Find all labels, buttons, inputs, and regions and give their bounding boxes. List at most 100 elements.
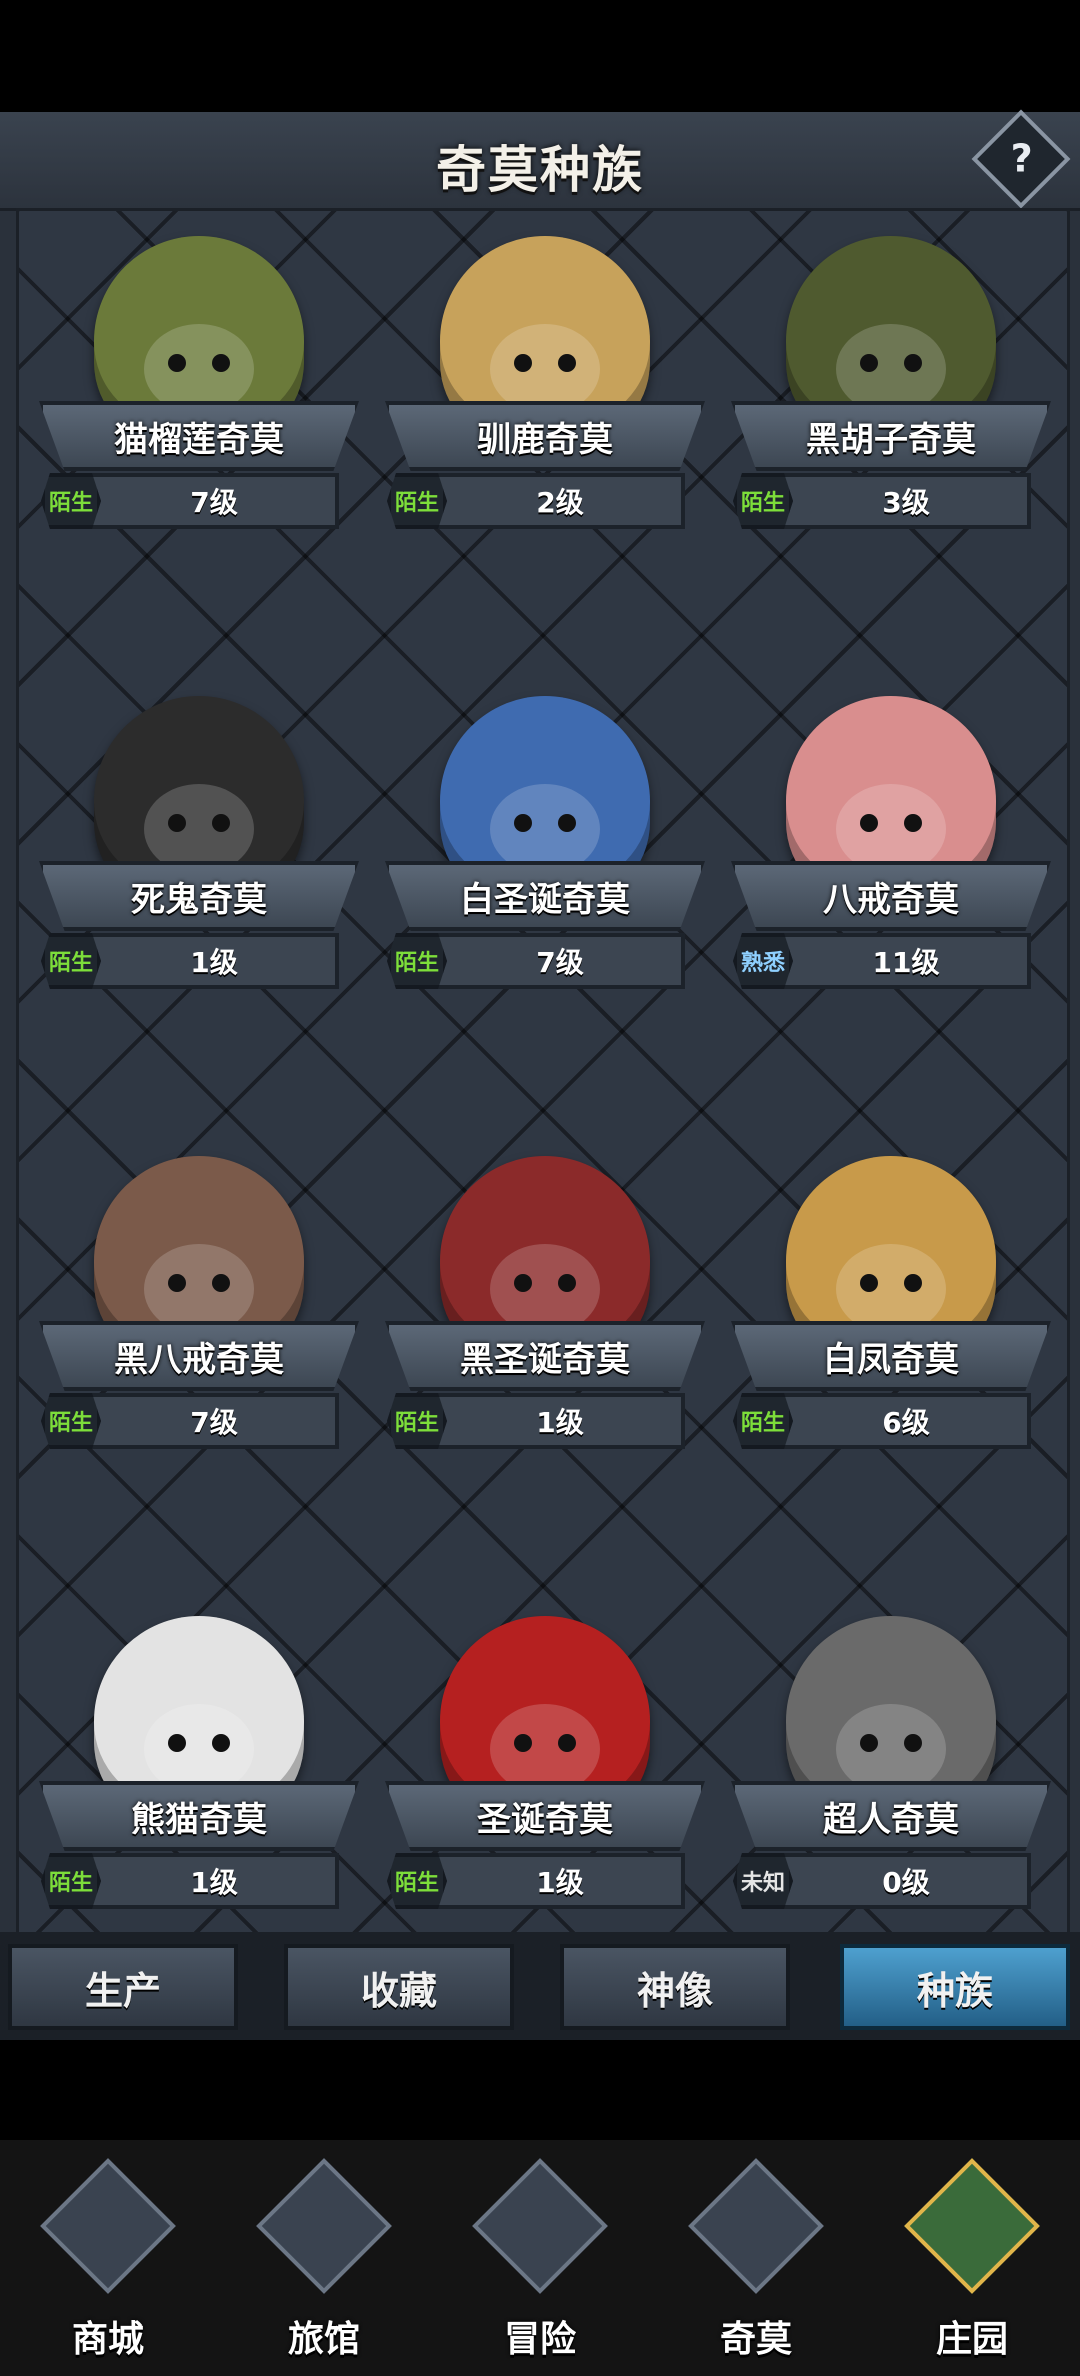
status-text: 陌生	[394, 1411, 439, 1436]
status-text: 陌生	[48, 1411, 93, 1436]
status-text: 陌生	[394, 1871, 439, 1896]
race-level-plate: 3级	[781, 473, 1031, 529]
status-bar	[0, 0, 1080, 112]
status-badge: 陌生	[733, 473, 793, 529]
qimo-icon	[688, 2158, 824, 2294]
status-badge: 熟悉	[733, 933, 793, 989]
race-name-plate: 驯鹿奇莫	[385, 401, 705, 471]
race-name-plate: 白凤奇莫	[731, 1321, 1051, 1391]
race-level-plate: 1级	[89, 1853, 339, 1909]
status-text: 陌生	[740, 491, 785, 516]
status-text: 陌生	[48, 951, 93, 976]
race-card[interactable]: 7级 陌生 猫榴莲奇莫	[29, 211, 369, 651]
race-level-plate: 7级	[435, 933, 685, 989]
tab-collection[interactable]: 收藏	[284, 1944, 514, 2030]
race-name-plate: 死鬼奇莫	[39, 861, 359, 931]
help-icon: ?	[1010, 136, 1033, 181]
nav-manor[interactable]: 庄园	[864, 2140, 1080, 2376]
race-card[interactable]: 11级 熟悉 八戒奇莫	[721, 671, 1061, 1111]
race-level: 1级	[190, 946, 238, 979]
race-level-plate: 0级	[781, 1853, 1031, 1909]
nav-inn[interactable]: 旅馆	[216, 2140, 432, 2376]
race-name: 白凤奇莫	[823, 1339, 959, 1380]
race-name: 猫榴莲奇莫	[114, 419, 284, 460]
race-card[interactable]: 7级 陌生 白圣诞奇莫	[375, 671, 715, 1111]
nav-label: 冒险	[503, 2319, 576, 2360]
category-tabs: 生产 收藏 神像 种族	[0, 1932, 1080, 2040]
race-level-plate: 7级	[89, 473, 339, 529]
race-level-plate: 7级	[89, 1393, 339, 1449]
page-title: 奇莫种族	[436, 141, 644, 199]
race-level-plate: 1级	[435, 1393, 685, 1449]
shop-icon	[40, 2158, 176, 2294]
status-badge: 陌生	[41, 1393, 101, 1449]
tab-race[interactable]: 种族	[840, 1944, 1070, 2030]
race-name-plate: 猫榴莲奇莫	[39, 401, 359, 471]
race-name: 圣诞奇莫	[477, 1799, 613, 1840]
race-level-plate: 11级	[781, 933, 1031, 989]
nav-label: 奇莫	[719, 2319, 792, 2360]
status-text: 陌生	[48, 491, 93, 516]
race-name-plate: 超人奇莫	[731, 1781, 1051, 1851]
status-badge: 陌生	[387, 1853, 447, 1909]
status-badge: 陌生	[387, 473, 447, 529]
race-name-plate: 黑八戒奇莫	[39, 1321, 359, 1391]
race-level: 1级	[536, 1866, 584, 1899]
nav-label: 商城	[71, 2319, 144, 2360]
race-card[interactable]: 7级 陌生 黑八戒奇莫	[29, 1131, 369, 1571]
race-level: 2级	[536, 486, 584, 519]
race-name: 黑圣诞奇莫	[460, 1339, 630, 1380]
manor-icon	[904, 2158, 1040, 2294]
race-level: 7级	[190, 486, 238, 519]
status-badge: 未知	[733, 1853, 793, 1909]
race-name: 黑八戒奇莫	[114, 1339, 284, 1380]
status-badge: 陌生	[387, 933, 447, 989]
race-name-plate: 黑圣诞奇莫	[385, 1321, 705, 1391]
nav-shop[interactable]: 商城	[0, 2140, 216, 2376]
tab-idol[interactable]: 神像	[560, 1944, 790, 2030]
race-name: 白圣诞奇莫	[460, 879, 630, 920]
race-level: 1级	[536, 1406, 584, 1439]
race-card[interactable]: 2级 陌生 驯鹿奇莫	[375, 211, 715, 651]
race-level: 3级	[882, 486, 930, 519]
status-text: 陌生	[394, 951, 439, 976]
race-level-plate: 2级	[435, 473, 685, 529]
race-level: 1级	[190, 1866, 238, 1899]
status-text: 陌生	[740, 1411, 785, 1436]
status-badge: 陌生	[41, 473, 101, 529]
race-level: 6级	[882, 1406, 930, 1439]
race-level: 7级	[536, 946, 584, 979]
race-name-plate: 八戒奇莫	[731, 861, 1051, 931]
race-panel: 奇莫种族 ? 7级 陌生 猫榴莲奇莫 2级 陌生 驯鹿奇莫 3级 陌生 黑胡子奇莫 1级 陌生 死鬼奇…	[0, 109, 1080, 2040]
race-card[interactable]: 1级 陌生 黑圣诞奇莫	[375, 1131, 715, 1571]
tab-production[interactable]: 生产	[8, 1944, 238, 2030]
panel-header: 奇莫种族 ?	[0, 109, 1080, 211]
race-name: 死鬼奇莫	[131, 879, 267, 920]
status-badge: 陌生	[733, 1393, 793, 1449]
race-name: 超人奇莫	[823, 1799, 959, 1840]
nav-adventure[interactable]: 冒险	[432, 2140, 648, 2376]
race-level-plate: 1级	[89, 933, 339, 989]
race-name-plate: 白圣诞奇莫	[385, 861, 705, 931]
nav-qimo[interactable]: 奇莫	[648, 2140, 864, 2376]
race-level: 0级	[882, 1866, 930, 1899]
race-level-plate: 1级	[435, 1853, 685, 1909]
bottom-nav: 商城 旅馆 冒险 奇莫 庄园	[0, 2140, 1080, 2376]
race-level: 11级	[872, 946, 940, 979]
adventure-icon	[472, 2158, 608, 2294]
nav-label: 庄园	[935, 2319, 1008, 2360]
race-name-plate: 圣诞奇莫	[385, 1781, 705, 1851]
race-card[interactable]: 6级 陌生 白凤奇莫	[721, 1131, 1061, 1571]
nav-label: 旅馆	[287, 2319, 360, 2360]
race-grid[interactable]: 7级 陌生 猫榴莲奇莫 2级 陌生 驯鹿奇莫 3级 陌生 黑胡子奇莫 1级 陌生 死鬼奇莫 7级 陌生 白圣…	[16, 208, 1070, 2018]
race-level: 7级	[190, 1406, 238, 1439]
status-text: 熟悉	[740, 951, 785, 976]
race-card[interactable]: 3级 陌生 黑胡子奇莫	[721, 211, 1061, 651]
status-badge: 陌生	[41, 1853, 101, 1909]
race-card[interactable]: 1级 陌生 死鬼奇莫	[29, 671, 369, 1111]
status-text: 陌生	[394, 491, 439, 516]
status-badge: 陌生	[41, 933, 101, 989]
inn-icon	[256, 2158, 392, 2294]
race-name: 黑胡子奇莫	[806, 419, 976, 460]
race-name-plate: 黑胡子奇莫	[731, 401, 1051, 471]
